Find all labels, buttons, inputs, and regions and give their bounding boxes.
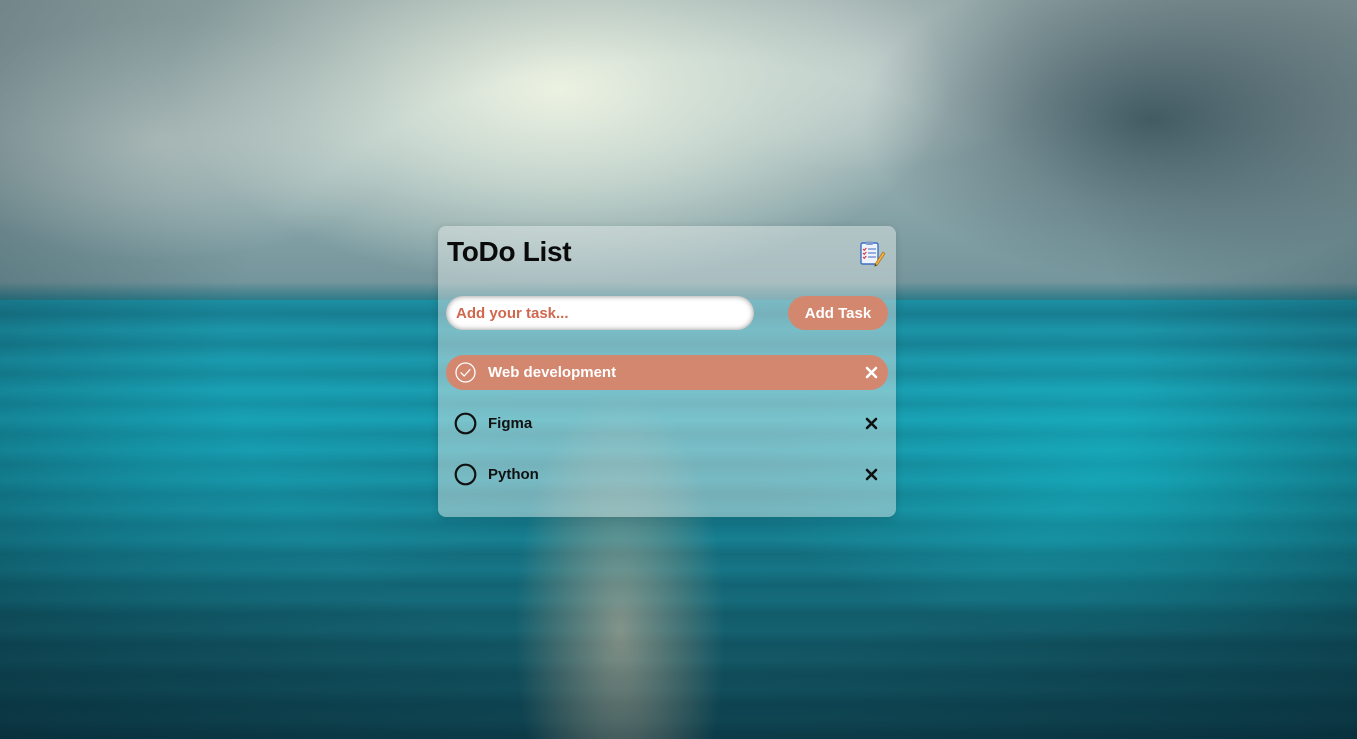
close-x-icon[interactable] xyxy=(865,468,878,481)
task-input[interactable] xyxy=(446,296,754,330)
task-input-row: Add Task xyxy=(446,296,888,330)
task-item[interactable]: Web development xyxy=(446,355,888,390)
app-title: ToDo List xyxy=(447,236,572,267)
task-item[interactable]: Figma xyxy=(446,406,888,441)
task-label: Web development xyxy=(488,364,617,381)
card-header: ToDo List xyxy=(447,236,886,270)
todo-card: ToDo List Add Task Web development xyxy=(438,226,896,517)
add-task-button[interactable]: Add Task xyxy=(788,296,888,330)
task-item[interactable]: Python xyxy=(446,457,888,492)
close-x-icon[interactable] xyxy=(865,366,878,379)
checklist-notepad-icon xyxy=(860,241,886,267)
task-label: Figma xyxy=(488,415,533,432)
task-label: Python xyxy=(488,466,539,483)
check-circle-icon[interactable] xyxy=(454,361,477,384)
task-list: Web development Figma Python xyxy=(446,355,888,508)
empty-circle-icon[interactable] xyxy=(454,463,477,486)
empty-circle-icon[interactable] xyxy=(454,412,477,435)
close-x-icon[interactable] xyxy=(865,417,878,430)
